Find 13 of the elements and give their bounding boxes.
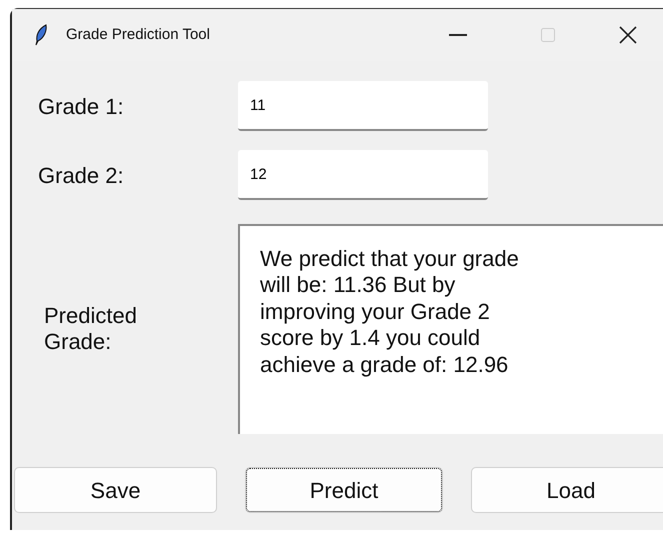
feather-icon	[34, 24, 48, 46]
maximize-icon	[541, 28, 555, 42]
save-button[interactable]: Save	[14, 467, 217, 513]
field-label: Grade 2:	[37, 162, 125, 190]
window-title: Grade Prediction Tool	[66, 24, 210, 45]
load-button[interactable]: Load	[471, 467, 663, 513]
prediction-text-box[interactable]: We predict that your grade will be: 11.36 But by improving your Grade 2 score by 1.4 you could achieve a grade of: 12.96	[238, 224, 663, 434]
field-label: Grade 1:	[37, 92, 125, 120]
predict-button[interactable]: Predict	[245, 467, 443, 513]
predicted-grade-label: Predicted Grade:	[43, 302, 138, 356]
grade-input[interactable]: 11	[238, 81, 488, 131]
close-icon[interactable]	[619, 26, 637, 44]
grade-input[interactable]: 12	[238, 150, 488, 200]
